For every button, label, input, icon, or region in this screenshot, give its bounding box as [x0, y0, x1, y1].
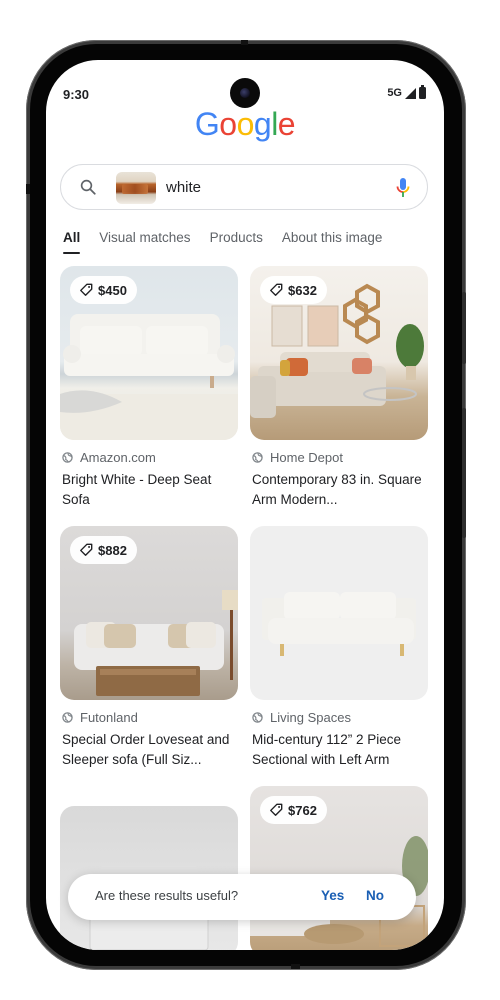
result-source: Futonland [60, 710, 238, 725]
phone-screen: 9:30 5G Google white All Visual matches … [46, 60, 444, 950]
search-bar[interactable]: white [60, 164, 428, 210]
volume-rocker[interactable] [462, 408, 466, 538]
result-image[interactable]: $762 [250, 786, 428, 950]
logo-letter: g [253, 106, 272, 142]
tab-products[interactable]: Products [210, 230, 263, 245]
price-label: $632 [288, 282, 317, 298]
price-chip: $632 [260, 276, 327, 304]
mic-icon[interactable] [396, 177, 410, 199]
power-button[interactable] [462, 292, 466, 364]
result-card[interactable]: $882 Futonland Special Order Loveseat an… [60, 526, 238, 770]
price-chip: $882 [70, 536, 137, 564]
antenna-line [26, 184, 30, 194]
result-source: Home Depot [250, 450, 428, 465]
feedback-question: Are these results useful? [95, 888, 239, 903]
result-card[interactable]: Living Spaces Mid-century 112” 2 Piece S… [250, 526, 428, 770]
source-name: Futonland [80, 710, 138, 725]
result-title[interactable]: Mid-century 112” 2 Piece Sectional with … [250, 730, 428, 770]
search-image-thumbnail[interactable] [116, 172, 156, 204]
result-image[interactable]: $632 [250, 266, 428, 440]
globe-icon [62, 452, 73, 463]
google-logo[interactable]: Google [46, 106, 444, 143]
battery-icon [419, 85, 426, 99]
source-name: Living Spaces [270, 710, 351, 725]
front-camera [230, 78, 260, 108]
tab-about-this-image[interactable]: About this image [282, 230, 383, 245]
price-tag-icon [80, 283, 93, 296]
source-name: Amazon.com [80, 450, 156, 465]
feedback-yes-button[interactable]: Yes [321, 888, 344, 903]
globe-icon [62, 712, 73, 723]
network-type: 5G [387, 87, 402, 99]
price-tag-icon [270, 803, 283, 816]
result-image[interactable]: $450 [60, 266, 238, 440]
feedback-prompt: Are these results useful? Yes No [68, 874, 416, 920]
logo-letter: e [277, 106, 296, 142]
logo-letter: o [236, 106, 255, 142]
price-chip: $762 [260, 796, 327, 824]
feedback-no-button[interactable]: No [366, 888, 384, 903]
antenna-line [241, 40, 248, 45]
tab-all[interactable]: All [63, 230, 81, 254]
price-label: $762 [288, 802, 317, 818]
result-title[interactable]: Bright White - Deep Seat Sofa [60, 470, 238, 510]
status-icons: 5G [387, 85, 426, 99]
result-source: Amazon.com [60, 450, 238, 465]
result-card[interactable]: $632 Home Depot Contemporary 83 in. Squa… [250, 266, 428, 510]
search-query[interactable]: white [166, 179, 201, 196]
result-card[interactable]: $450 Amazon.com Bright White - Deep Seat… [60, 266, 238, 510]
result-title[interactable]: Contemporary 83 in. Square Arm Modern... [250, 470, 428, 510]
price-chip: $450 [70, 276, 137, 304]
globe-icon [252, 712, 263, 723]
search-icon[interactable] [79, 178, 97, 196]
price-label: $450 [98, 282, 127, 298]
tab-visual-matches[interactable]: Visual matches [99, 230, 190, 245]
price-label: $882 [98, 542, 127, 558]
result-image[interactable]: $882 [60, 526, 238, 700]
filter-tabs: All Visual matches Products About this i… [63, 230, 401, 254]
price-tag-icon [270, 283, 283, 296]
globe-icon [252, 452, 263, 463]
signal-icon [405, 87, 416, 99]
source-name: Home Depot [270, 450, 343, 465]
result-image[interactable] [250, 526, 428, 700]
logo-letter: l [271, 106, 278, 142]
result-card[interactable]: $762 [250, 786, 428, 950]
result-source: Living Spaces [250, 710, 428, 725]
price-tag-icon [80, 543, 93, 556]
logo-letter: G [194, 106, 220, 142]
antenna-line [291, 964, 300, 969]
result-title[interactable]: Special Order Loveseat and Sleeper sofa … [60, 730, 238, 770]
status-time: 9:30 [63, 87, 90, 102]
logo-letter: o [219, 106, 237, 142]
